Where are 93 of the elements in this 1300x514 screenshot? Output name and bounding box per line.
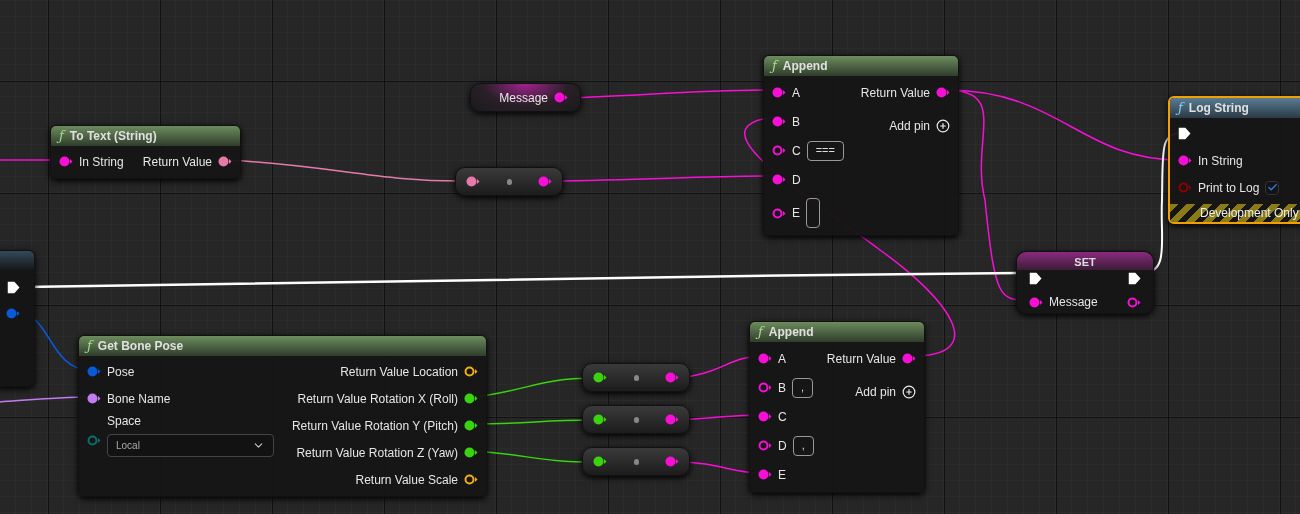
pin-icon[interactable]	[772, 207, 786, 219]
pin-icon[interactable]	[1178, 155, 1192, 166]
pin-icon[interactable]	[665, 456, 679, 467]
text-input-field[interactable]: ===	[806, 140, 844, 161]
pin-icon[interactable]	[772, 116, 786, 127]
pin-label: Bone Name	[107, 390, 171, 408]
pin-label: B	[778, 379, 786, 397]
pin-label: Return Value Rotation X (Roll)	[297, 390, 458, 408]
pin-icon[interactable]	[1127, 296, 1141, 308]
conversion-node[interactable]	[455, 167, 563, 196]
text-input-field[interactable]: ,	[792, 435, 814, 456]
pin-label: Return Value Rotation Z (Yaw)	[296, 444, 458, 462]
pin-icon[interactable]	[1029, 296, 1043, 308]
pin-icon[interactable]	[464, 420, 478, 431]
pin-icon[interactable]	[665, 372, 679, 383]
exec-pin-icon[interactable]	[7, 281, 20, 294]
function-node[interactable]: ƒ Append A B , C D , E Return Value Add pin	[749, 321, 925, 493]
function-node[interactable]: ƒ Append A B C === D E Return Value Add pin	[763, 55, 959, 236]
pin-icon[interactable]	[466, 176, 480, 187]
function-node[interactable]: ƒ To Text (String) In String Return Value	[50, 125, 241, 179]
pin-icon[interactable]	[59, 156, 73, 167]
pin-icon[interactable]	[593, 372, 607, 383]
pin-label: Return Value Rotation Y (Pitch)	[291, 417, 458, 435]
variable-label: Message	[499, 89, 548, 107]
text-input-field[interactable]	[806, 198, 820, 228]
check-icon	[1266, 182, 1278, 193]
node-title: SET	[1074, 254, 1096, 270]
variable-node[interactable]: Message	[470, 83, 581, 112]
pin-icon[interactable]	[665, 414, 679, 425]
set-node[interactable]: SET Message	[1016, 251, 1154, 314]
pin-label: C	[778, 408, 787, 426]
pin-label: A	[778, 350, 786, 368]
pin-label: D	[778, 437, 787, 455]
exec-pin-icon[interactable]	[1029, 271, 1042, 285]
pin-label: A	[792, 84, 800, 102]
pin-icon[interactable]	[464, 366, 478, 377]
pin-icon[interactable]	[87, 393, 101, 404]
pin-icon[interactable]	[758, 411, 772, 422]
pin-icon[interactable]	[554, 92, 568, 103]
pin-label: Return Value Scale	[355, 471, 458, 489]
plus-circle-icon	[936, 118, 950, 133]
node-title: Get Bone Pose	[97, 338, 184, 355]
pin-label: D	[792, 171, 801, 189]
text-input-field[interactable]: ,	[792, 377, 814, 398]
pin-label: Pose	[107, 363, 135, 381]
add-pin-button[interactable]: Add pin	[889, 111, 950, 140]
pin-icon[interactable]	[464, 393, 478, 404]
development-only-banner: Development Only	[1170, 204, 1300, 222]
pin-icon[interactable]	[772, 174, 786, 185]
pin-icon[interactable]	[936, 87, 950, 98]
function-node[interactable]: ƒ Log String In String Print to Log Development Only	[1168, 96, 1300, 224]
conversion-node[interactable]	[582, 447, 690, 476]
pin-label: In String	[1198, 152, 1243, 170]
pin-icon[interactable]	[218, 156, 232, 167]
node-title: Append	[768, 324, 814, 341]
pin-label: E	[792, 205, 800, 222]
node-header	[0, 251, 34, 271]
node-title: Append	[782, 58, 828, 75]
pin-icon[interactable]	[464, 447, 478, 458]
exec-pin-icon[interactable]	[1178, 127, 1191, 140]
pin-label: Print to Log	[1198, 179, 1260, 197]
space-dropdown[interactable]: Local	[107, 434, 274, 457]
pin-icon[interactable]	[464, 474, 478, 485]
pin-label: Message	[1049, 294, 1098, 311]
pin-icon[interactable]	[593, 414, 607, 425]
pin-label: Space	[107, 413, 143, 430]
pin-icon[interactable]	[772, 87, 786, 98]
pin-label: Return Value	[142, 153, 212, 171]
pin-icon[interactable]	[758, 469, 772, 480]
pin-label: Return Value Location	[340, 363, 458, 381]
pin-icon[interactable]	[772, 145, 786, 156]
conversion-node[interactable]	[582, 363, 690, 392]
pin-icon[interactable]	[758, 353, 772, 364]
pin-icon[interactable]	[758, 440, 772, 451]
plus-circle-icon	[902, 384, 916, 399]
node-title: To Text (String)	[69, 128, 157, 145]
pin-icon[interactable]	[593, 456, 607, 467]
add-pin-button[interactable]: Add pin	[855, 377, 916, 406]
pin-label: Return Value	[860, 84, 930, 102]
pin-icon[interactable]	[538, 176, 552, 187]
pin-label: E	[778, 466, 786, 484]
exec-pin-icon[interactable]	[1128, 271, 1141, 285]
checkbox[interactable]	[1265, 180, 1280, 195]
conversion-node[interactable]	[582, 405, 690, 434]
pin-icon[interactable]	[758, 382, 772, 393]
pin-label: B	[792, 113, 800, 131]
pin-label: C	[792, 142, 801, 160]
node-panel[interactable]	[0, 250, 35, 387]
pin-label: In String	[79, 153, 124, 171]
node-title: Log String	[1188, 100, 1249, 117]
pin-label: Return Value	[826, 350, 896, 368]
function-node[interactable]: ƒ Get Bone Pose Pose Bone Name Space Local Return Value Location Return Value Rotation X (Roll) Return Value Rotation Y (Pitch) Return Value Rotation Z (Yaw) Return Value Scale	[78, 335, 487, 497]
pin-icon[interactable]	[902, 353, 916, 364]
